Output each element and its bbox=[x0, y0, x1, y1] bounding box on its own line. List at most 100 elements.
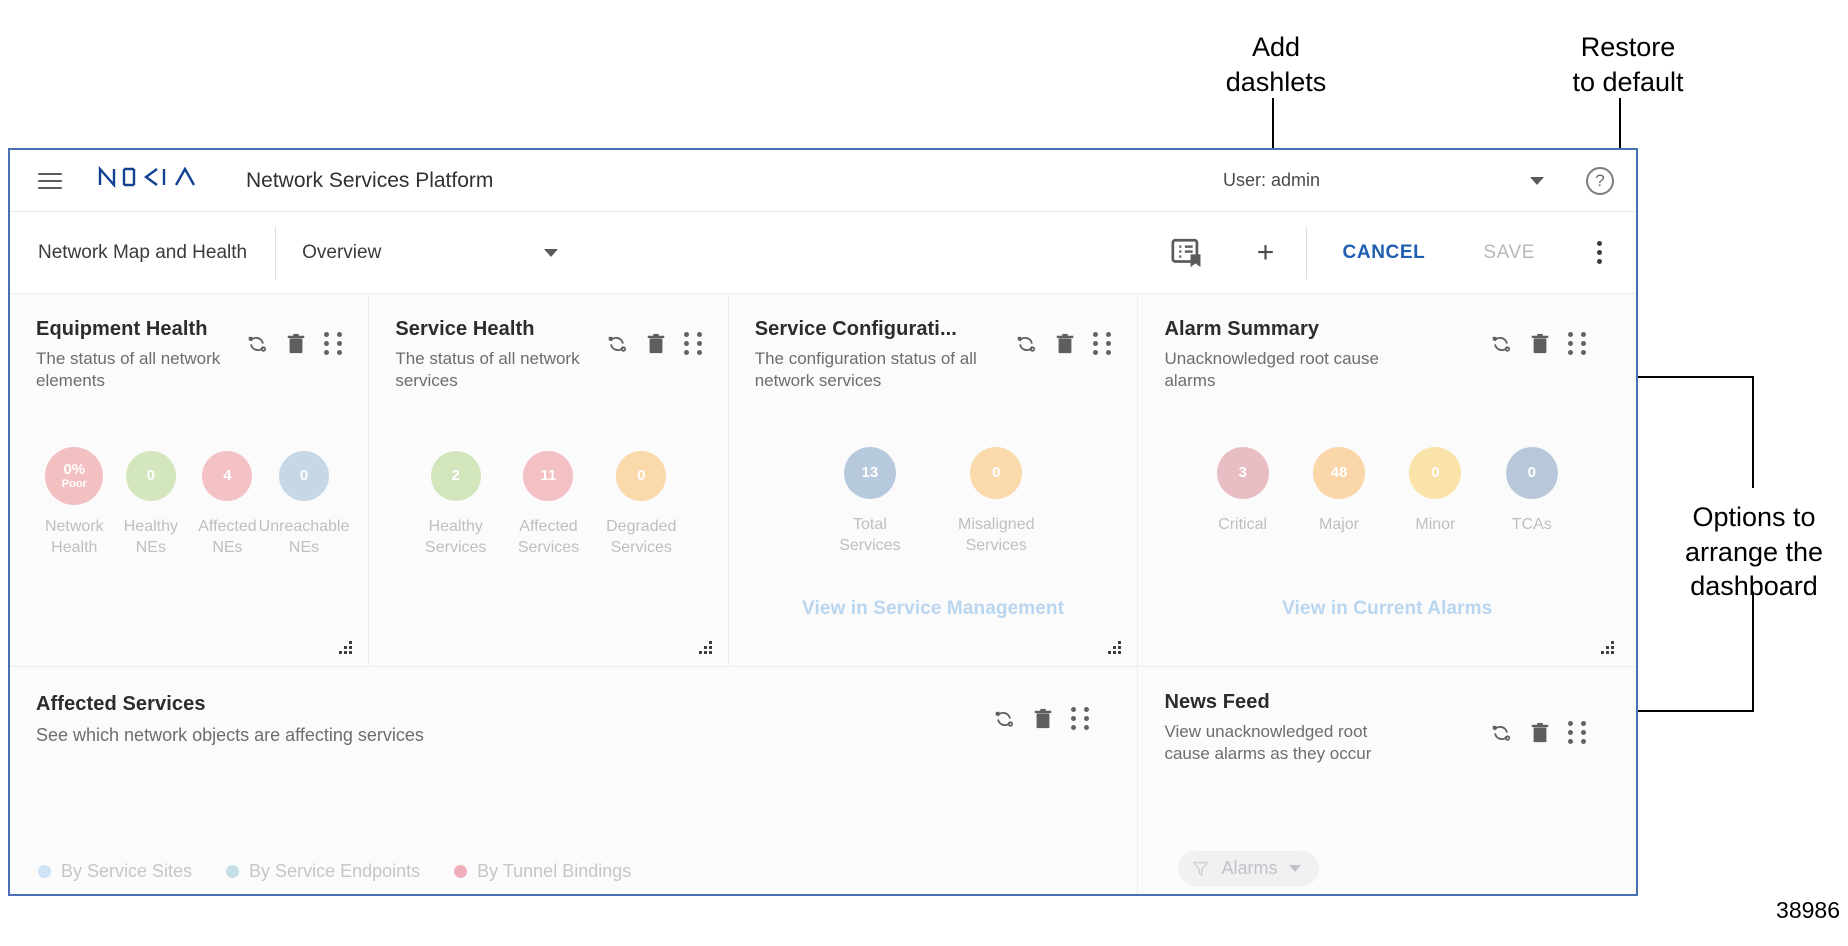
stat-misaligned-services[interactable]: 0 Misaligned Services bbox=[933, 447, 1059, 557]
chevron-down-icon bbox=[544, 249, 558, 257]
drag-handle-icon[interactable] bbox=[1568, 332, 1586, 355]
news-feed-filter-chip[interactable]: Alarms bbox=[1178, 851, 1319, 886]
dashlet-title: Service Configurati... bbox=[755, 318, 1016, 341]
dashlet-equipment-health: Equipment Health The status of all netwo… bbox=[10, 294, 369, 666]
stat-label: TCAs bbox=[1484, 515, 1580, 536]
resize-handle-icon[interactable] bbox=[1108, 637, 1125, 654]
legend-item-service-endpoints[interactable]: By Service Endpoints bbox=[226, 861, 420, 882]
trash-icon[interactable] bbox=[646, 333, 666, 355]
drag-handle-icon[interactable] bbox=[1071, 707, 1089, 730]
dashlet-title-group: Affected Services See which network obje… bbox=[36, 693, 993, 748]
dashlet-description: See which network objects are affecting … bbox=[36, 724, 993, 748]
dashlet-title: Affected Services bbox=[36, 693, 993, 716]
stat-label: Major bbox=[1291, 515, 1387, 536]
dashlet-actions bbox=[1490, 691, 1586, 744]
refresh-icon[interactable] bbox=[246, 333, 268, 355]
save-button[interactable]: SAVE bbox=[1483, 242, 1535, 264]
refresh-icon[interactable] bbox=[1490, 722, 1512, 744]
more-vertical-icon[interactable] bbox=[1597, 241, 1602, 264]
view-in-service-management-link[interactable]: View in Service Management bbox=[729, 598, 1138, 620]
annotation-arrange-dashboard: Options to arrange the dashboard bbox=[1660, 500, 1848, 604]
leader-line-arrange-v-bottom bbox=[1752, 592, 1754, 712]
annotation-restore-to-default: Restore to default bbox=[1528, 30, 1728, 99]
legend-label: By Service Endpoints bbox=[249, 861, 420, 882]
dashboard-toolbar: Network Map and Health Overview + bbox=[10, 212, 1636, 294]
stat-critical[interactable]: 3 Critical bbox=[1194, 447, 1290, 536]
dashlet-service-health: Service Health The status of all network… bbox=[369, 294, 728, 666]
stat-affected-nes[interactable]: 4 Affected NEs bbox=[189, 447, 266, 559]
resize-handle-icon[interactable] bbox=[1601, 637, 1618, 654]
add-dashlet-button[interactable]: + bbox=[1238, 238, 1294, 268]
stat-unreachable-nes[interactable]: 0 Unreachable NEs bbox=[266, 447, 343, 559]
refresh-icon[interactable] bbox=[993, 708, 1015, 730]
drag-handle-icon[interactable] bbox=[1093, 332, 1111, 355]
legend-item-service-sites[interactable]: By Service Sites bbox=[38, 861, 192, 882]
legend-dot-icon bbox=[226, 865, 239, 878]
stat-value: 0 bbox=[1431, 465, 1439, 481]
stat-bubble: 0 bbox=[616, 451, 666, 501]
help-icon[interactable]: ? bbox=[1586, 167, 1614, 195]
stat-label: Affected Services bbox=[502, 517, 595, 559]
legend-label: By Service Sites bbox=[61, 861, 192, 882]
legend-item-tunnel-bindings[interactable]: By Tunnel Bindings bbox=[454, 861, 631, 882]
chevron-down-icon[interactable] bbox=[1530, 177, 1544, 185]
dashlet-header: Alarm Summary Unacknowledged root cause … bbox=[1164, 318, 1610, 393]
drag-handle-icon[interactable] bbox=[1568, 721, 1586, 744]
stat-bubble: 48 bbox=[1313, 447, 1365, 499]
resize-handle-icon[interactable] bbox=[699, 637, 716, 654]
dashlet-title-group: Service Health The status of all network… bbox=[395, 318, 605, 393]
stat-value: 0 bbox=[637, 468, 645, 484]
resize-handle-icon[interactable] bbox=[339, 637, 356, 654]
stat-value: 4 bbox=[223, 468, 231, 484]
dashlet-header: Service Health The status of all network… bbox=[395, 318, 701, 393]
stat-tcas[interactable]: 0 TCAs bbox=[1484, 447, 1580, 536]
stat-label: Network Health bbox=[36, 517, 113, 559]
dashlet-alarm-summary: Alarm Summary Unacknowledged root cause … bbox=[1138, 294, 1636, 666]
report-bookmark-icon[interactable] bbox=[1170, 236, 1204, 270]
chevron-down-icon bbox=[1289, 865, 1301, 872]
stat-value: 3 bbox=[1238, 465, 1246, 481]
refresh-icon[interactable] bbox=[606, 333, 628, 355]
dashlet-title: Equipment Health bbox=[36, 318, 246, 341]
stat-value: 48 bbox=[1331, 465, 1348, 481]
stat-network-health[interactable]: 0% Poor Network Health bbox=[36, 447, 113, 559]
stat-total-services[interactable]: 13 Total Services bbox=[807, 447, 933, 557]
trash-icon[interactable] bbox=[286, 333, 306, 355]
stat-bubble: 0 bbox=[970, 447, 1022, 499]
dashlet-stats: 13 Total Services 0 Misaligned Services bbox=[755, 447, 1112, 557]
stat-label: Total Services bbox=[807, 515, 933, 557]
dashlet-actions bbox=[1490, 318, 1586, 355]
stat-degraded-services[interactable]: 0 Degraded Services bbox=[595, 447, 688, 559]
refresh-icon[interactable] bbox=[1015, 333, 1037, 355]
dashlet-title: News Feed bbox=[1164, 691, 1490, 714]
trash-icon[interactable] bbox=[1530, 722, 1550, 744]
stat-label: Unreachable NEs bbox=[258, 517, 351, 559]
stat-bubble: 0% Poor bbox=[45, 447, 103, 505]
stat-major[interactable]: 48 Major bbox=[1291, 447, 1387, 536]
stat-bubble: 13 bbox=[844, 447, 896, 499]
refresh-icon[interactable] bbox=[1490, 333, 1512, 355]
stat-value: 2 bbox=[452, 468, 460, 484]
stat-minor[interactable]: 0 Minor bbox=[1387, 447, 1483, 536]
cancel-button[interactable]: CANCEL bbox=[1343, 242, 1426, 264]
annotation-add-dashlets: Add dashlets bbox=[1196, 30, 1356, 99]
stat-affected-services[interactable]: 11 Affected Services bbox=[502, 447, 595, 559]
trash-icon[interactable] bbox=[1033, 708, 1053, 730]
view-in-current-alarms-link[interactable]: View in Current Alarms bbox=[1138, 598, 1636, 620]
dashlet-actions bbox=[246, 318, 342, 355]
drag-handle-icon[interactable] bbox=[324, 332, 342, 355]
drag-handle-icon[interactable] bbox=[684, 332, 702, 355]
trash-icon[interactable] bbox=[1055, 333, 1075, 355]
dashlet-actions bbox=[1015, 318, 1111, 355]
stat-healthy-services[interactable]: 2 Healthy Services bbox=[409, 447, 502, 559]
dashlet-title-group: Service Configurati... The configuration… bbox=[755, 318, 1016, 393]
trash-icon[interactable] bbox=[1530, 333, 1550, 355]
stat-healthy-nes[interactable]: 0 Healthy NEs bbox=[113, 447, 190, 559]
page-title: Network Services Platform bbox=[246, 169, 493, 193]
dashlet-description: View unacknowledged root cause alarms as… bbox=[1164, 721, 1379, 766]
dashlet-row-2: Affected Services See which network obje… bbox=[10, 666, 1636, 896]
hamburger-icon[interactable] bbox=[38, 173, 62, 189]
nokia-wordmark-icon bbox=[98, 166, 210, 188]
dashlet-news-feed: News Feed View unacknowledged root cause… bbox=[1138, 667, 1636, 896]
dashboard-select[interactable]: Overview bbox=[276, 242, 576, 264]
